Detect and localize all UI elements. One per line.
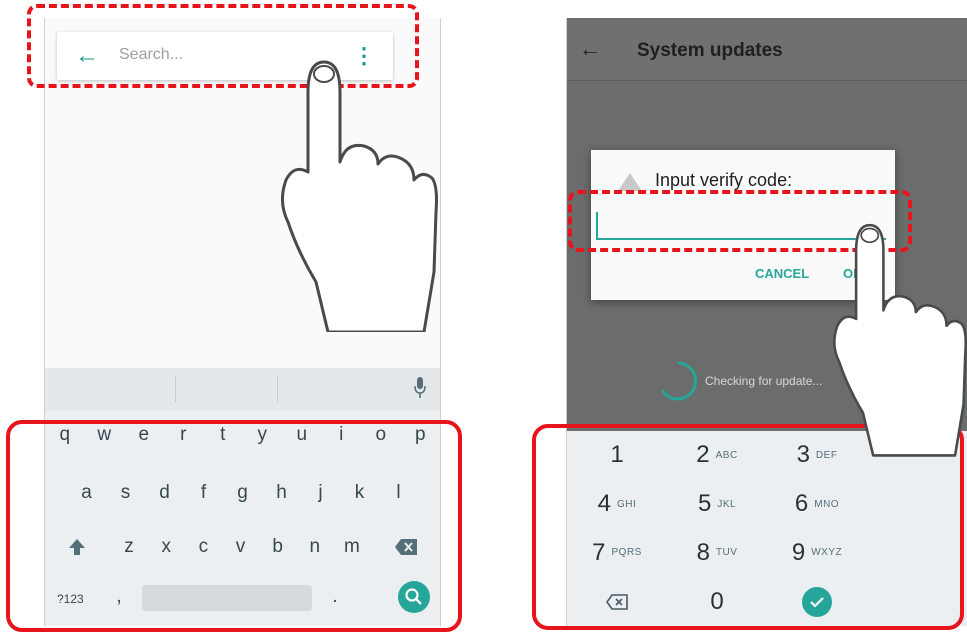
pointing-hand-icon (833, 223, 967, 457)
page-title: System updates (637, 40, 783, 61)
warning-icon (618, 173, 642, 191)
app-bar: ← System updates (567, 18, 967, 81)
dialog-title: Input verify code: (655, 170, 793, 190)
suggestion-strip (45, 368, 440, 410)
suggestion-divider (175, 376, 176, 402)
mic-icon[interactable] (414, 377, 426, 399)
keyboard-highlight-box (6, 420, 462, 632)
pointing-hand-icon (281, 60, 438, 332)
status-text: Checking for update... (705, 374, 823, 388)
arrow-left-icon[interactable]: ← (579, 36, 601, 62)
cancel-button[interactable]: CANCEL (755, 266, 809, 281)
suggestion-divider (277, 376, 278, 402)
spinner-icon (660, 361, 698, 401)
update-status: Checking for update... (657, 360, 822, 407)
